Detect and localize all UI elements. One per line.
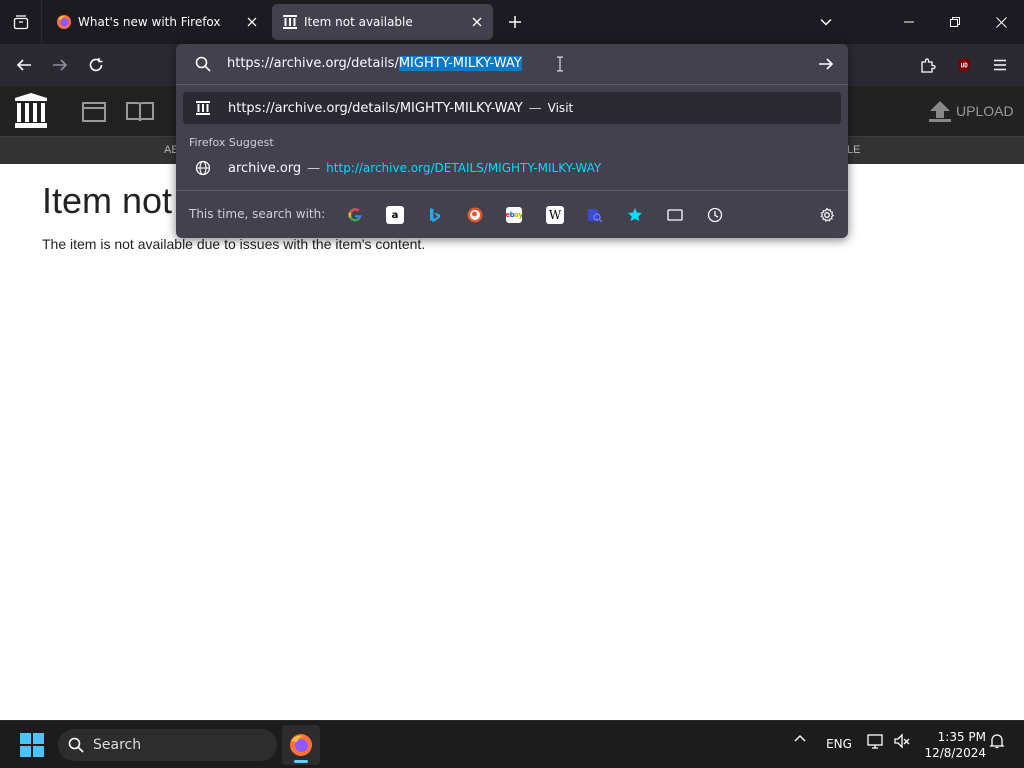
google-icon[interactable] [346,206,364,224]
reload-icon [89,58,103,72]
minimize-button[interactable] [886,0,932,44]
history-clock-icon[interactable] [706,206,724,224]
windows-start-icon[interactable] [20,733,44,757]
taskbar-search-label: Search [93,737,142,753]
chevron-down-icon [820,18,832,26]
text-cursor-icon [556,56,564,76]
taskbar-firefox-button[interactable] [282,725,320,765]
upload-icon [929,101,951,122]
upload-button[interactable]: UPLOAD [928,100,1014,122]
close-tab-icon[interactable] [465,10,489,34]
taskbar: Search ENG 1:35 PM 12/8/2024 [0,720,1024,768]
tab-search-icon[interactable] [586,206,604,224]
url-text: https://archive.org/details/MIGHTY-MILKY… [227,56,522,71]
search-icon [195,56,211,76]
language-indicator[interactable]: ENG [824,737,854,751]
upload-label: UPLOAD [956,103,1014,119]
divider [176,84,848,85]
plus-icon [509,16,521,28]
error-message: The item is not available due to issues … [42,236,426,252]
tab-overview-icon [13,15,28,30]
show-hidden-icons-chevron-icon[interactable] [792,733,808,745]
web-icon[interactable] [82,102,106,126]
tabs-icon[interactable] [666,206,684,224]
back-arrow-icon [16,59,31,71]
url-selected-text: MIGHTY-MILKY-WAY [398,56,522,71]
ebay-icon[interactable]: ebay [505,207,523,223]
firefox-icon [56,14,72,30]
amazon-icon[interactable]: a [386,206,404,224]
archive-icon [282,14,298,30]
bing-icon[interactable] [426,206,444,224]
archive-icon [195,100,211,116]
result-separator: — [528,100,542,116]
url-prefix: https://archive.org/details/ [227,56,399,71]
back-button[interactable] [9,50,39,80]
extensions-button[interactable] [913,50,943,80]
clock-time: 1:35 PM [937,730,986,744]
bookmarks-star-icon[interactable] [626,206,644,224]
texts-icon[interactable] [126,101,154,127]
visit-url-result[interactable]: https://archive.org/details/MIGHTY-MILKY… [183,92,841,124]
close-icon [995,16,1007,28]
tab-whats-new[interactable]: What's new with Firefox [46,4,268,40]
app-menu-button[interactable] [985,50,1015,80]
taskbar-search-box[interactable]: Search [58,729,277,761]
tab-overview-button[interactable] [0,0,42,44]
ublock-extension-button[interactable] [949,50,979,80]
archive-logo-icon[interactable] [14,92,48,134]
active-app-indicator [294,760,308,763]
puzzle-icon [921,58,936,73]
close-window-button[interactable] [978,0,1024,44]
ublock-icon [958,58,970,72]
suggestion-result[interactable]: archive.org — http://archive.org/DETAILS… [183,152,841,184]
tab-title: Item not available [304,15,413,29]
tab-item-not-available[interactable]: Item not available [272,4,493,40]
duckduckgo-icon[interactable] [466,206,484,224]
tab-title: What's new with Firefox [78,15,221,29]
page-title: Item not [42,180,173,221]
suggestion-url: http://archive.org/DETAILS/MIGHTY-MILKY-… [326,161,602,175]
result-separator: — [307,160,321,176]
section-label-firefox-suggest: Firefox Suggest [189,136,274,149]
restore-button[interactable] [932,0,978,44]
new-tab-button[interactable] [503,10,527,34]
tab-bar: What's new with Firefox Item not availab… [0,0,1024,44]
search-engine-row: This time, search with: a ebay W [176,198,848,230]
clock[interactable]: 1:35 PM 12/8/2024 [920,729,986,761]
minimize-icon [904,21,914,23]
go-arrow-icon[interactable] [818,56,834,76]
close-tab-icon[interactable] [240,10,264,34]
clock-date: 12/8/2024 [924,746,986,760]
firefox-icon [290,734,312,756]
globe-icon [195,160,211,176]
url-input[interactable]: https://archive.org/details/MIGHTY-MILKY… [176,44,848,84]
search-icon [68,737,84,753]
subnav-partial-right[interactable]: LE [847,144,860,156]
volume-muted-icon[interactable] [892,733,912,749]
divider [176,190,848,191]
forward-arrow-icon [53,59,68,71]
hamburger-menu-icon [994,59,1006,71]
wikipedia-icon[interactable]: W [546,206,564,224]
notifications-bell-icon[interactable] [988,733,1006,749]
urlbar-panel: https://archive.org/details/MIGHTY-MILKY… [176,44,848,238]
list-all-tabs-button[interactable] [814,10,838,34]
result-url: https://archive.org/details/MIGHTY-MILKY… [228,100,523,116]
network-icon[interactable] [866,733,886,749]
reload-button[interactable] [81,50,111,80]
restore-icon [950,17,960,27]
search-settings-gear-icon[interactable] [818,206,836,224]
result-action: Visit [547,101,574,115]
forward-button[interactable] [45,50,75,80]
suggestion-title: archive.org [228,160,302,176]
search-with-label: This time, search with: [189,207,326,221]
